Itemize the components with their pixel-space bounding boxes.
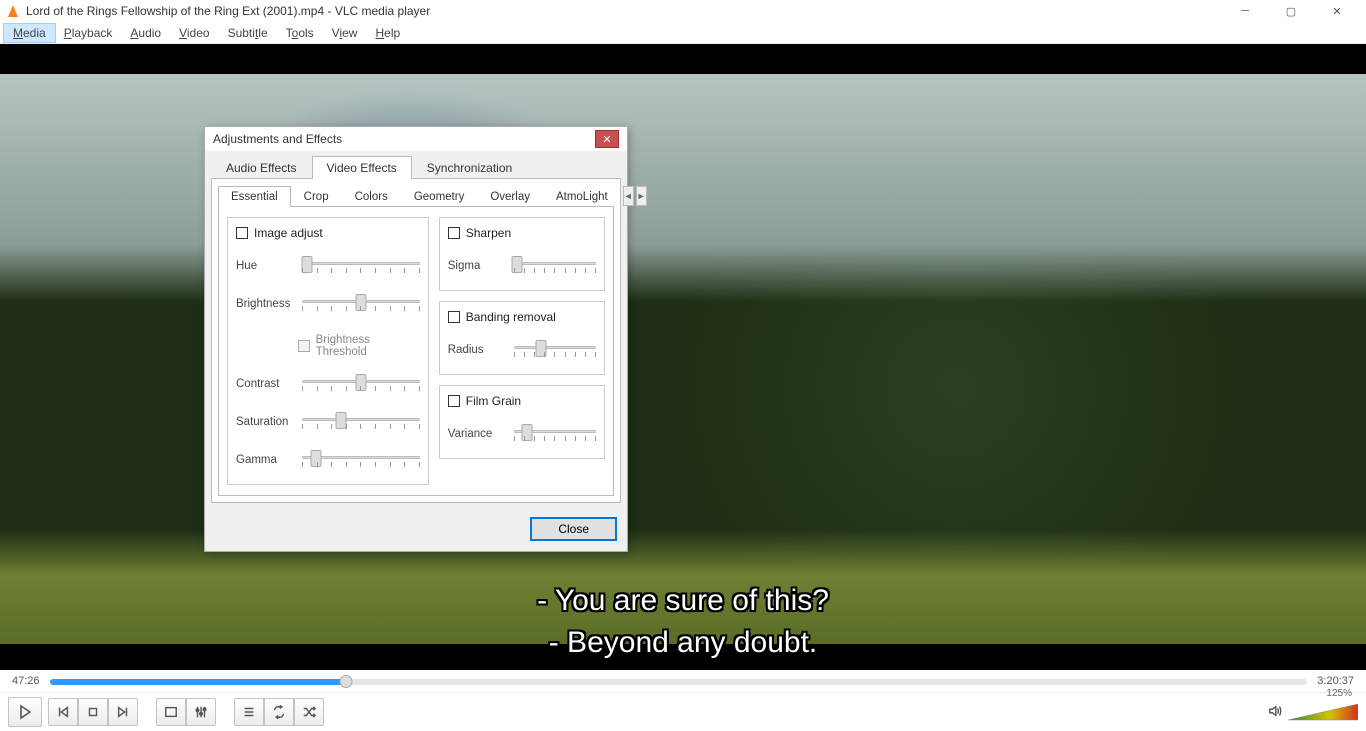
tab-video-effects[interactable]: Video Effects — [312, 156, 412, 179]
video-effects-subtabs: Essential Crop Colors Geometry Overlay A… — [218, 185, 614, 206]
contrast-slider[interactable] — [302, 372, 420, 396]
menu-tools[interactable]: Tools — [277, 24, 323, 42]
sharpen-group: Sharpen Sigma — [439, 217, 605, 291]
menu-help[interactable]: Help — [366, 24, 409, 42]
brightness-threshold-checkbox[interactable]: Brightness Threshold — [298, 334, 420, 358]
playlist-button[interactable] — [234, 698, 264, 726]
checkbox-icon — [298, 340, 310, 352]
tab-audio-effects[interactable]: Audio Effects — [211, 156, 312, 179]
subtab-scroll-right[interactable]: ► — [636, 186, 647, 206]
volume-control: 125% — [1268, 702, 1358, 722]
subtab-overlay[interactable]: Overlay — [477, 186, 543, 207]
subtitle-line-1: - You are sure of this? — [0, 584, 1366, 618]
sigma-slider[interactable] — [514, 254, 596, 278]
video-area[interactable]: - You are sure of this? - Beyond any dou… — [0, 44, 1366, 670]
hue-slider[interactable] — [302, 254, 420, 278]
dialog-close-button[interactable]: ✕ — [595, 130, 619, 148]
menubar: Media Playback Audio Video Subtitle Tool… — [0, 22, 1366, 44]
dialog-footer: Close — [205, 507, 627, 551]
next-button[interactable] — [108, 698, 138, 726]
checkbox-icon — [448, 227, 460, 239]
brightness-slider[interactable] — [302, 292, 420, 316]
dialog-tabs: Audio Effects Video Effects Synchronizat… — [205, 151, 627, 178]
dialog-title: Adjustments and Effects — [213, 132, 342, 146]
shuffle-button[interactable] — [294, 698, 324, 726]
window-title: Lord of the Rings Fellowship of the Ring… — [26, 4, 430, 18]
sigma-label: Sigma — [448, 260, 506, 272]
variance-label: Variance — [448, 428, 506, 440]
subtitle-line-2: - Beyond any doubt. — [0, 626, 1366, 660]
subtab-crop[interactable]: Crop — [291, 186, 342, 207]
sharpen-checkbox[interactable]: Sharpen — [448, 226, 596, 240]
titlebar: Lord of the Rings Fellowship of the Ring… — [0, 0, 1366, 22]
banding-removal-group: Banding removal Radius — [439, 301, 605, 375]
checkbox-icon — [448, 311, 460, 323]
subtab-colors[interactable]: Colors — [342, 186, 401, 207]
time-elapsed[interactable]: 47:26 — [12, 675, 40, 687]
maximize-button[interactable]: ▢ — [1268, 0, 1314, 22]
variance-slider[interactable] — [514, 422, 596, 446]
film-grain-group: Film Grain Variance — [439, 385, 605, 459]
menu-view[interactable]: View — [323, 24, 367, 42]
previous-button[interactable] — [48, 698, 78, 726]
menu-playback[interactable]: Playback — [55, 24, 122, 42]
seek-bar[interactable] — [50, 675, 1308, 688]
loop-button[interactable] — [264, 698, 294, 726]
image-adjust-group: Image adjust Hue Brightness Brightness T… — [227, 217, 429, 485]
menu-video[interactable]: Video — [170, 24, 218, 42]
checkbox-icon — [236, 227, 248, 239]
dialog-titlebar[interactable]: Adjustments and Effects ✕ — [205, 127, 627, 151]
banding-removal-checkbox[interactable]: Banding removal — [448, 310, 596, 324]
essential-panel: Image adjust Hue Brightness Brightness T… — [218, 206, 614, 496]
menu-subtitle[interactable]: Subtitle — [219, 24, 277, 42]
control-bar: 125% — [0, 692, 1366, 731]
contrast-label: Contrast — [236, 378, 294, 390]
gamma-label: Gamma — [236, 454, 294, 466]
gamma-slider[interactable] — [302, 448, 420, 472]
image-adjust-checkbox[interactable]: Image adjust — [236, 226, 420, 240]
radius-slider[interactable] — [514, 338, 596, 362]
saturation-label: Saturation — [236, 416, 294, 428]
menu-media[interactable]: Media — [4, 24, 55, 42]
minimize-button[interactable]: ─ — [1222, 0, 1268, 22]
speaker-icon[interactable] — [1268, 704, 1282, 721]
menu-audio[interactable]: Audio — [121, 24, 170, 42]
stop-button[interactable] — [78, 698, 108, 726]
subtab-geometry[interactable]: Geometry — [401, 186, 478, 207]
extended-settings-button[interactable] — [186, 698, 216, 726]
radius-label: Radius — [448, 344, 506, 356]
subtab-essential[interactable]: Essential — [218, 186, 291, 207]
right-column: Sharpen Sigma Banding removal Radius — [439, 217, 605, 485]
window-buttons: ─ ▢ ✕ — [1222, 0, 1360, 22]
volume-slider[interactable] — [1288, 702, 1358, 722]
video-effects-panel: Essential Crop Colors Geometry Overlay A… — [211, 178, 621, 503]
effects-dialog: Adjustments and Effects ✕ Audio Effects … — [204, 126, 628, 552]
tab-synchronization[interactable]: Synchronization — [412, 156, 527, 179]
checkbox-icon — [448, 395, 460, 407]
vlc-cone-icon — [6, 4, 20, 18]
brightness-label: Brightness — [236, 298, 294, 310]
subtab-scroll-left[interactable]: ◄ — [623, 186, 634, 206]
film-grain-checkbox[interactable]: Film Grain — [448, 394, 596, 408]
close-button[interactable]: Close — [530, 517, 617, 541]
time-total[interactable]: 3:20:37 — [1317, 675, 1354, 687]
seek-bar-row: 47:26 3:20:37 — [0, 670, 1366, 692]
hue-label: Hue — [236, 260, 294, 272]
play-button[interactable] — [8, 697, 42, 727]
saturation-slider[interactable] — [302, 410, 420, 434]
subtab-atmolight[interactable]: AtmoLight — [543, 186, 621, 207]
fullscreen-button[interactable] — [156, 698, 186, 726]
volume-percent: 125% — [1326, 688, 1352, 699]
close-window-button[interactable]: ✕ — [1314, 0, 1360, 22]
